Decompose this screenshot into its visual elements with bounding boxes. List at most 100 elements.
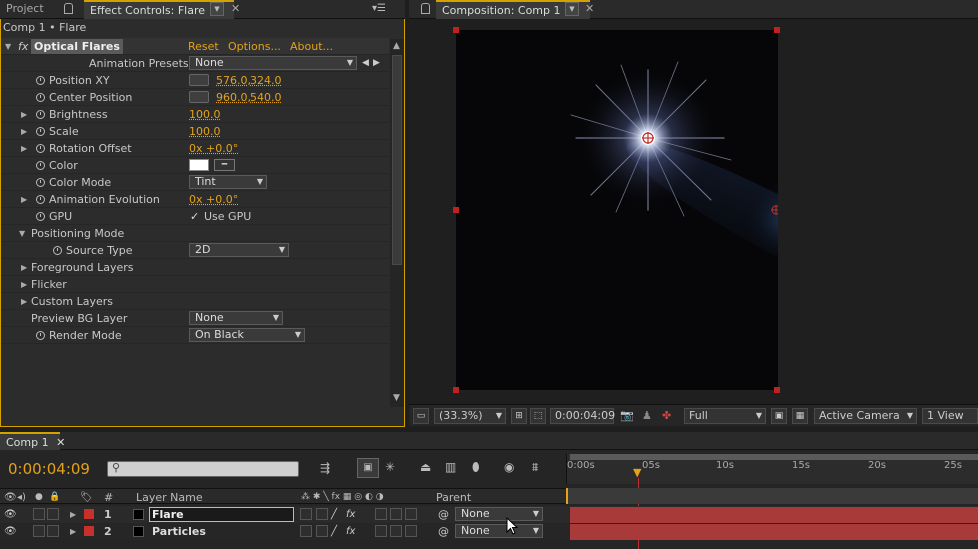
show-snapshot-icon[interactable]: ♟ <box>642 409 652 422</box>
scroll-down-icon[interactable]: ▼ <box>393 393 400 403</box>
expand-triangle-icon[interactable]: ▶ <box>21 191 27 208</box>
layer-duration-bar[interactable] <box>570 524 978 540</box>
preset-prev-icon[interactable]: ◀ <box>362 55 369 72</box>
effect-name[interactable]: Optical Flares <box>31 39 123 54</box>
source-type-dropdown[interactable]: 2D ▼ <box>189 243 289 257</box>
layer-name[interactable]: Particles <box>152 523 206 540</box>
color-mode-dropdown[interactable]: Tint ▼ <box>189 175 267 189</box>
brightness-value[interactable]: 100.0 <box>189 106 221 123</box>
expand-triangle-icon[interactable]: ▶ <box>70 506 76 523</box>
quality-icon[interactable]: ╱ <box>331 523 337 540</box>
view-layout-dropdown[interactable]: 1 View <box>922 408 978 424</box>
audio-toggle[interactable] <box>33 525 45 537</box>
crosshair-icon[interactable] <box>189 91 209 103</box>
draft-3d-icon[interactable]: ▣ <box>357 458 379 478</box>
composition-mini-flowchart-icon[interactable]: ⇶ <box>320 461 330 475</box>
magnification-dropdown[interactable]: (33.3%) ▼ <box>434 408 506 424</box>
stopwatch-icon[interactable] <box>36 331 45 340</box>
parent-dropdown[interactable]: None ▼ <box>455 507 543 521</box>
label-color-swatch[interactable] <box>84 526 94 536</box>
layer-duration-bar[interactable] <box>570 507 978 523</box>
transparency-grid-icon[interactable]: ▦ <box>792 408 808 424</box>
close-icon[interactable]: ✕ <box>56 436 65 449</box>
graph-editor-icon[interactable]: ⩩ <box>532 460 538 475</box>
layer-search-input[interactable]: ⚲ <box>107 461 299 477</box>
animation-evolution-value[interactable]: 0x +0.0° <box>189 191 238 208</box>
fast-previews-icon[interactable]: ▣ <box>771 408 787 424</box>
quality-icon[interactable]: ╱ <box>331 506 337 523</box>
channel-icon[interactable]: ✤ <box>662 409 671 422</box>
switch-box[interactable] <box>405 525 417 537</box>
motion-blur-icon[interactable]: ▥ <box>445 460 456 474</box>
options-link[interactable]: Options... <box>228 38 281 55</box>
stopwatch-icon[interactable] <box>36 178 45 187</box>
current-time-display[interactable]: 0:00:04:09 <box>550 408 615 424</box>
transform-handle[interactable] <box>774 27 780 33</box>
position-y-value[interactable]: 324.0 <box>250 72 282 89</box>
close-icon[interactable]: ✕ <box>231 0 240 18</box>
switch-box[interactable] <box>375 525 387 537</box>
crosshair-icon[interactable] <box>189 74 209 86</box>
hide-shy-layers-icon[interactable]: ✳ <box>385 460 395 474</box>
resolution-dropdown[interactable]: Full ▼ <box>684 408 766 424</box>
pick-whip-icon[interactable]: @ <box>438 506 449 523</box>
camera-view-dropdown[interactable]: Active Camera ▼ <box>814 408 917 424</box>
always-preview-icon[interactable]: ▭ <box>413 408 429 424</box>
fx-switch[interactable]: fx <box>346 506 355 523</box>
auto-keyframe-icon[interactable]: ◉ <box>504 460 514 474</box>
safe-margins-icon[interactable]: ⊞ <box>511 408 527 424</box>
timeline-timecode[interactable]: 0:00:04:09 <box>8 460 90 478</box>
frame-blending-icon[interactable]: ⏏ <box>420 460 431 474</box>
center-y-value[interactable]: 540.0 <box>250 89 282 106</box>
tab-comp-1[interactable]: Comp 1 ✕ <box>0 432 65 450</box>
color-swatch[interactable] <box>189 159 209 171</box>
layer-name[interactable]: Flare <box>149 507 294 522</box>
stopwatch-icon[interactable] <box>36 127 45 136</box>
expand-triangle-icon[interactable]: ▶ <box>21 276 27 293</box>
expand-triangle-icon[interactable]: ▶ <box>21 106 27 123</box>
region-of-interest-icon[interactable]: ⬚ <box>530 408 546 424</box>
lock-icon[interactable] <box>64 3 73 14</box>
collapse-triangle-icon[interactable]: ▼ <box>19 225 25 242</box>
camera-icon[interactable]: 📷 <box>620 409 634 422</box>
collapse-triangle-icon[interactable]: ▼ <box>5 38 11 55</box>
stopwatch-icon[interactable] <box>36 161 45 170</box>
about-link[interactable]: About... <box>290 38 333 55</box>
expand-triangle-icon[interactable]: ▶ <box>21 140 27 157</box>
expand-triangle-icon[interactable]: ▶ <box>70 523 76 540</box>
scroll-thumb[interactable] <box>392 55 402 265</box>
brainstorm-icon[interactable]: ⬮ <box>472 460 480 475</box>
render-mode-dropdown[interactable]: On Black ▼ <box>189 328 305 342</box>
switch-box[interactable] <box>390 508 402 520</box>
fx-switch[interactable]: fx <box>346 523 355 540</box>
audio-toggle[interactable] <box>33 508 45 520</box>
shy-switch[interactable] <box>300 508 312 520</box>
stopwatch-icon[interactable] <box>36 110 45 119</box>
quality-switch[interactable] <box>316 508 328 520</box>
transform-handle[interactable] <box>774 387 780 393</box>
gpu-checkbox-label[interactable]: Use GPU <box>204 208 251 225</box>
switch-box[interactable] <box>390 525 402 537</box>
center-x-value[interactable]: 960.0, <box>216 89 251 106</box>
expand-triangle-icon[interactable]: ▶ <box>21 259 27 276</box>
label-color-swatch[interactable] <box>84 509 94 519</box>
stopwatch-icon[interactable] <box>36 76 45 85</box>
rotation-offset-value[interactable]: 0x +0.0° <box>189 140 238 157</box>
tab-dropdown-button[interactable]: ▼ <box>565 2 579 16</box>
lock-toggle[interactable] <box>47 508 59 520</box>
transform-handle[interactable] <box>453 387 459 393</box>
pick-whip-icon[interactable]: @ <box>438 523 449 540</box>
transform-handle[interactable] <box>453 27 459 33</box>
position-x-value[interactable]: 576.0, <box>216 72 251 89</box>
parent-dropdown[interactable]: None ▼ <box>455 524 543 538</box>
composition-canvas[interactable] <box>456 30 778 390</box>
shy-switch[interactable] <box>300 525 312 537</box>
eyedropper-icon[interactable]: ━ <box>214 159 235 171</box>
tab-dropdown-button[interactable]: ▼ <box>210 2 224 16</box>
time-ruler[interactable]: 0:00s 05s 10s 15s 20s 25s <box>566 454 978 484</box>
lock-icon[interactable] <box>421 3 430 14</box>
lock-toggle[interactable] <box>47 525 59 537</box>
tab-project[interactable]: Project <box>0 0 50 19</box>
scale-value[interactable]: 100.0 <box>189 123 221 140</box>
stopwatch-icon[interactable] <box>36 195 45 204</box>
